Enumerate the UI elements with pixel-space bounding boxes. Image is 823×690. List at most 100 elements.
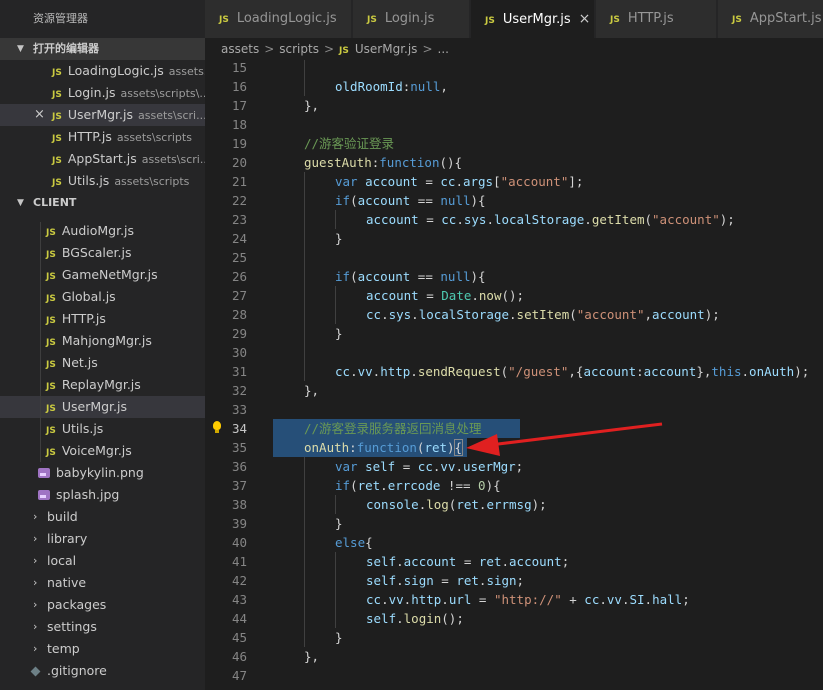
tree-file-item[interactable]: JS Utils.js — [0, 418, 205, 440]
chevron-right-icon: › — [33, 642, 38, 655]
tree-file-item[interactable]: JS HTTP.js — [0, 308, 205, 330]
open-editor-item[interactable]: × JS UserMgr.js assets\scri... — [0, 104, 205, 126]
code-line[interactable]: account = Date.now(); — [366, 286, 524, 305]
code-token: . — [644, 592, 653, 607]
tree-folder-item[interactable]: › temp — [0, 638, 205, 660]
code-line[interactable]: //游客验证登录 — [304, 134, 394, 153]
code-line[interactable]: else{ — [335, 533, 373, 552]
code-line[interactable]: }, — [304, 381, 319, 400]
code-line[interactable]: cc.vv.http.url = "http://" + cc.vv.SI.ha… — [366, 590, 690, 609]
tree-file-item[interactable]: JS AudioMgr.js — [0, 220, 205, 242]
tree-image-item[interactable]: splash.jpg — [0, 484, 205, 506]
tree-file-item[interactable]: JS ReplayMgr.js — [0, 374, 205, 396]
tree-file-item[interactable]: JS MahjongMgr.js — [0, 330, 205, 352]
tree-file-item[interactable]: JS Global.js — [0, 286, 205, 308]
code-line[interactable]: cc.sys.localStorage.setItem("account",ac… — [366, 305, 720, 324]
code-token: ){ — [470, 269, 486, 284]
code-line[interactable]: }, — [304, 96, 319, 115]
code-line[interactable]: if(account == null){ — [335, 191, 486, 210]
tree-image-item[interactable]: babykylin.png — [0, 462, 205, 484]
line-number: 28 — [231, 307, 247, 322]
code-editor[interactable]: 15 16 17 18 19 20 21 22 23 24 25 26 27 28 29 30 31 32 33 34… — [205, 60, 823, 690]
tree-file-name: Net.js — [61, 355, 98, 370]
code-line[interactable]: } — [335, 229, 343, 248]
js-file-icon: JS — [46, 338, 56, 348]
code-line[interactable]: console.log(ret.errmsg); — [366, 495, 547, 514]
code-token: ); — [794, 364, 810, 379]
close-icon[interactable]: × — [34, 104, 45, 126]
tree-file-item[interactable]: JS UserMgr.js — [0, 396, 205, 418]
tab-loadinglogic[interactable]: JS LoadingLogic.js — [205, 0, 352, 38]
code-token: ); — [704, 307, 720, 322]
tab-usermgr[interactable]: JS UserMgr.js × — [471, 0, 595, 38]
lightbulb-icon[interactable] — [211, 420, 223, 436]
open-editors-header[interactable]: ▼ 打开的编辑器 — [0, 38, 205, 60]
code-line[interactable]: }, — [304, 647, 319, 666]
code-line[interactable]: self.account = ret.account; — [366, 552, 569, 571]
indent-guide — [304, 229, 305, 248]
tree-file-item[interactable]: JS Net.js — [0, 352, 205, 374]
client-folder-header[interactable]: ▼ CLIENT — [0, 192, 205, 214]
code-line[interactable]: if(ret.errcode !== 0){ — [335, 476, 501, 495]
tab-appstart[interactable]: JS AppStart.js — [718, 0, 823, 38]
code-token: ( — [350, 193, 358, 208]
code-area[interactable]: oldRoomId:null,}, //游客验证登录 guestAuth:funct… — [273, 60, 823, 690]
tree-file-item[interactable]: JS GameNetMgr.js — [0, 264, 205, 286]
code-line[interactable]: account = cc.sys.localStorage.getItem("a… — [366, 210, 735, 229]
open-editor-item[interactable]: JS Utils.js assets\scripts — [0, 170, 205, 192]
tab-label: LoadingLogic.js — [236, 11, 337, 26]
tree-folder-name: packages — [47, 597, 107, 612]
code-token: sign — [403, 573, 434, 588]
code-token: . — [455, 459, 463, 474]
tree-file-item[interactable]: JS BGScaler.js — [0, 242, 205, 264]
tree-file-item[interactable]: JS VoiceMgr.js — [0, 440, 205, 462]
indent-guide — [335, 286, 336, 305]
code-line[interactable]: } — [335, 324, 343, 343]
breadcrumb-item[interactable]: JS UserMgr.js — [339, 42, 417, 56]
code-line[interactable]: self.sign = ret.sign; — [366, 571, 524, 590]
tree-folder-item[interactable]: › packages — [0, 594, 205, 616]
code-line[interactable]: oldRoomId:null, — [335, 77, 448, 96]
line-number: 44 — [231, 611, 247, 626]
breadcrumb-item[interactable]: assets — [221, 42, 259, 56]
line-number: 32 — [231, 383, 247, 398]
close-icon[interactable]: × — [579, 11, 591, 27]
code-line[interactable]: self.login(); — [366, 609, 464, 628]
code-line[interactable]: } — [335, 514, 343, 533]
code-line[interactable]: var self = cc.vv.userMgr; — [335, 457, 523, 476]
code-line[interactable]: } — [335, 628, 343, 647]
open-editor-item[interactable]: JS LoadingLogic.js assets... — [0, 60, 205, 82]
code-line[interactable]: var account = cc.args["account"]; — [335, 172, 583, 191]
tab-label: AppStart.js — [749, 11, 822, 26]
breadcrumb-item[interactable]: ... — [438, 42, 449, 56]
indent-guide — [335, 495, 336, 514]
code-token: . — [456, 212, 464, 227]
code-line[interactable]: guestAuth:function(){ — [304, 153, 462, 172]
indent-guide — [304, 476, 305, 495]
open-editor-item[interactable]: JS Login.js assets\scripts\... — [0, 82, 205, 104]
tree-folder-item[interactable]: › build — [0, 506, 205, 528]
open-editor-item[interactable]: JS AppStart.js assets\scri... — [0, 148, 205, 170]
tree-folder-item[interactable]: › local — [0, 550, 205, 572]
indent-guide — [335, 571, 336, 590]
code-token: log — [426, 497, 449, 512]
tree-file-name: UserMgr.js — [61, 399, 128, 414]
tree-dotfile-item[interactable]: .gitignore — [0, 660, 205, 682]
tree-folder-item[interactable]: › library — [0, 528, 205, 550]
tab-login[interactable]: JS Login.js — [353, 0, 470, 38]
code-token: ]; — [568, 174, 584, 189]
line-number: 46 — [231, 649, 247, 664]
code-line[interactable]: //游客登录服务器返回消息处理 — [304, 419, 482, 438]
indent-guide — [335, 609, 336, 628]
tree-folder-item[interactable]: › settings — [0, 616, 205, 638]
code-line[interactable]: cc.vv.http.sendRequest("/guest",{account… — [335, 362, 809, 381]
code-line[interactable]: onAuth:function(ret){ — [304, 438, 464, 457]
code-line[interactable]: if(account == null){ — [335, 267, 486, 286]
tree-folder-item[interactable]: › native — [0, 572, 205, 594]
breadcrumb-item[interactable]: scripts — [279, 42, 319, 56]
code-token: "http://" — [493, 592, 562, 607]
tab-http[interactable]: JS HTTP.js — [596, 0, 717, 38]
open-editor-item[interactable]: JS HTTP.js assets\scripts — [0, 126, 205, 148]
indent-guide — [335, 305, 336, 324]
code-token: account — [403, 554, 457, 569]
